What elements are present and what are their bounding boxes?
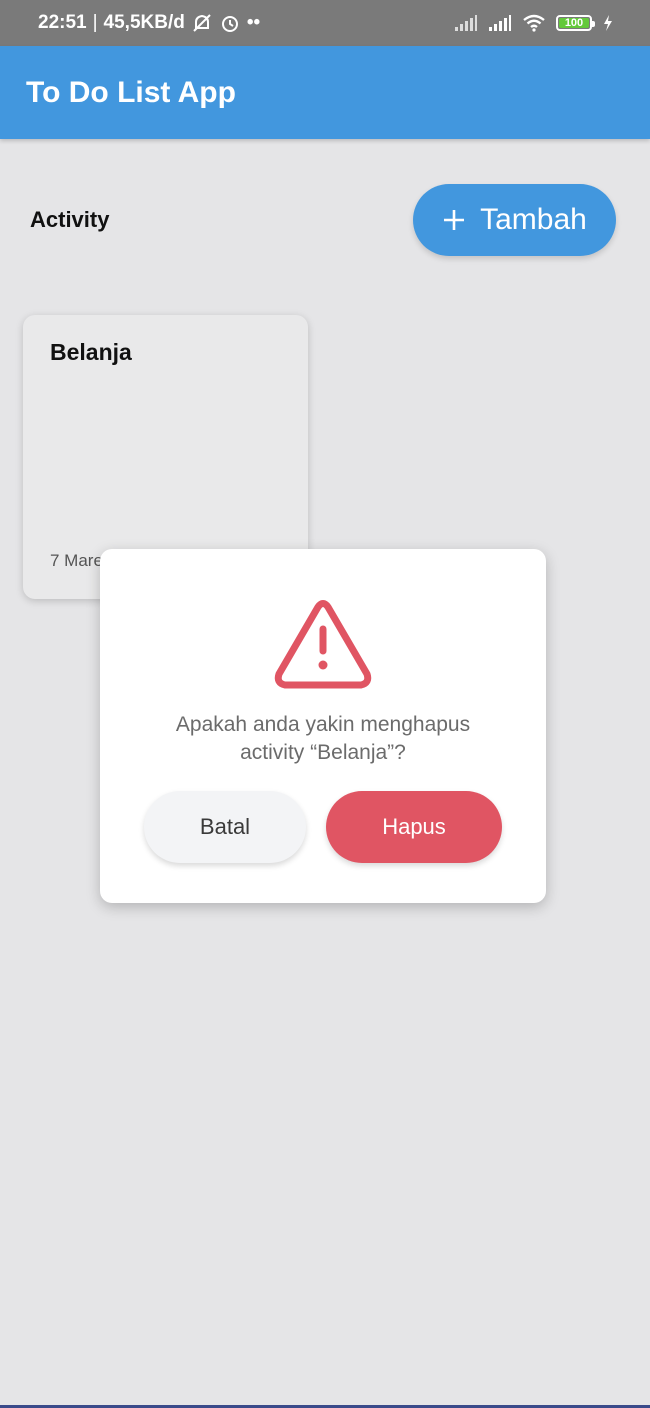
delete-confirm-dialog: Apakah anda yakin menghapus activity “Be… [100,549,546,903]
status-bar-left: 22:51 | 45,5KB/d •• [38,12,260,34]
app-title: To Do List App [26,75,236,109]
add-button-label: Tambah [480,203,587,236]
delete-button[interactable]: Hapus [326,791,502,863]
status-extra: •• [246,12,261,33]
wifi-icon [522,14,546,32]
dialog-message: Apakah anda yakin menghapus activity “Be… [120,711,526,767]
charging-icon [602,14,614,32]
app-bar: To Do List App [0,46,650,139]
dialog-message-line2: activity “Belanja”? [240,741,406,764]
status-separator: | [92,12,98,33]
signal-icon [454,14,478,32]
activity-title: Belanja [50,339,132,365]
alarm-icon [219,13,241,33]
status-time: 22:51 [38,12,87,33]
status-bar-right: 100 [454,14,614,32]
warning-icon [274,600,372,689]
mute-notification-icon [191,13,213,33]
signal-icon [488,14,512,32]
status-network-speed: 45,5KB/d [103,12,185,33]
plus-icon [442,208,466,232]
status-bar: 22:51 | 45,5KB/d •• 100 [0,0,650,46]
add-activity-button[interactable]: Tambah [413,184,616,256]
battery-level: 100 [564,17,584,29]
battery-icon: 100 [556,15,595,31]
dialog-message-line1: Apakah anda yakin menghapus [175,713,471,736]
section-label: Activity [30,207,110,232]
cancel-button[interactable]: Batal [144,791,306,863]
